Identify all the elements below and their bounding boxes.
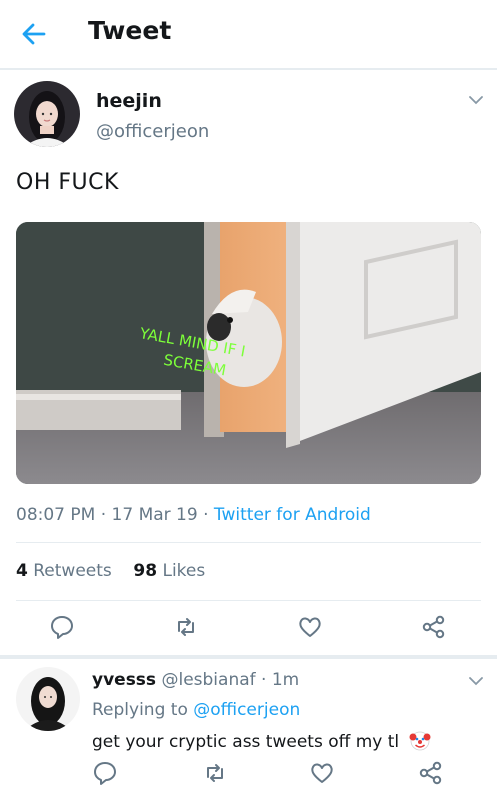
chevron-down-icon[interactable]	[469, 95, 483, 105]
tweet-actions	[0, 614, 497, 644]
page-title: Tweet	[88, 16, 172, 45]
reply-time: 1m	[271, 670, 300, 690]
tweet-time: 08:07 PM	[16, 505, 96, 525]
author-handle[interactable]: @officerjeon	[96, 121, 209, 142]
divider	[16, 542, 481, 543]
meta-dot: ·	[261, 670, 272, 690]
replying-to: Replying to @officerjeon	[92, 700, 300, 720]
author-name[interactable]: heejin	[96, 90, 162, 112]
chevron-down-icon[interactable]	[469, 676, 483, 686]
reply-actions	[0, 760, 497, 790]
heart-icon[interactable]	[297, 614, 323, 640]
share-icon[interactable]	[418, 760, 444, 786]
tweet-source[interactable]: Twitter for Android	[214, 505, 371, 525]
reply-icon[interactable]	[92, 760, 118, 786]
reply-avatar[interactable]	[16, 667, 80, 731]
retweet-icon[interactable]	[173, 614, 199, 640]
likes-label[interactable]: Likes	[162, 561, 205, 581]
meta-dot: ·	[100, 505, 112, 525]
tweet-stats: 4 Retweets 98 Likes	[16, 561, 205, 581]
retweet-icon[interactable]	[202, 760, 228, 786]
likes-count[interactable]: 98	[133, 561, 157, 581]
reply-text-row: get your cryptic ass tweets off my tl	[92, 729, 431, 752]
retweets-count[interactable]: 4	[16, 561, 28, 581]
tweet-date: 17 Mar 19	[111, 505, 198, 525]
retweets-label[interactable]: Retweets	[33, 561, 112, 581]
reply-text: get your cryptic ass tweets off my tl	[92, 732, 400, 752]
avatar[interactable]	[14, 81, 80, 147]
arrow-left-icon[interactable]	[18, 18, 50, 50]
heart-icon[interactable]	[309, 760, 335, 786]
top-bar: Tweet	[0, 0, 497, 70]
tweet-text: OH FUCK	[16, 170, 119, 195]
reply-icon[interactable]	[49, 614, 75, 640]
replying-prefix: Replying to	[92, 700, 188, 720]
reply-author-name[interactable]: yvesss	[92, 670, 156, 690]
divider	[16, 600, 481, 601]
tweet-meta: 08:07 PM · 17 Mar 19 · Twitter for Andro…	[16, 505, 371, 525]
tweet-image[interactable]: YALL MIND IF I SCREAM	[16, 222, 481, 484]
replying-mention[interactable]: @officerjeon	[193, 700, 300, 720]
reply-header: yvesss @lesbianaf · 1m	[92, 670, 299, 690]
meta-dot: ·	[203, 505, 214, 525]
section-separator	[0, 655, 497, 659]
clown-emoji-icon	[409, 731, 431, 751]
reply-author-handle[interactable]: @lesbianaf	[161, 670, 255, 690]
share-icon[interactable]	[421, 614, 447, 640]
